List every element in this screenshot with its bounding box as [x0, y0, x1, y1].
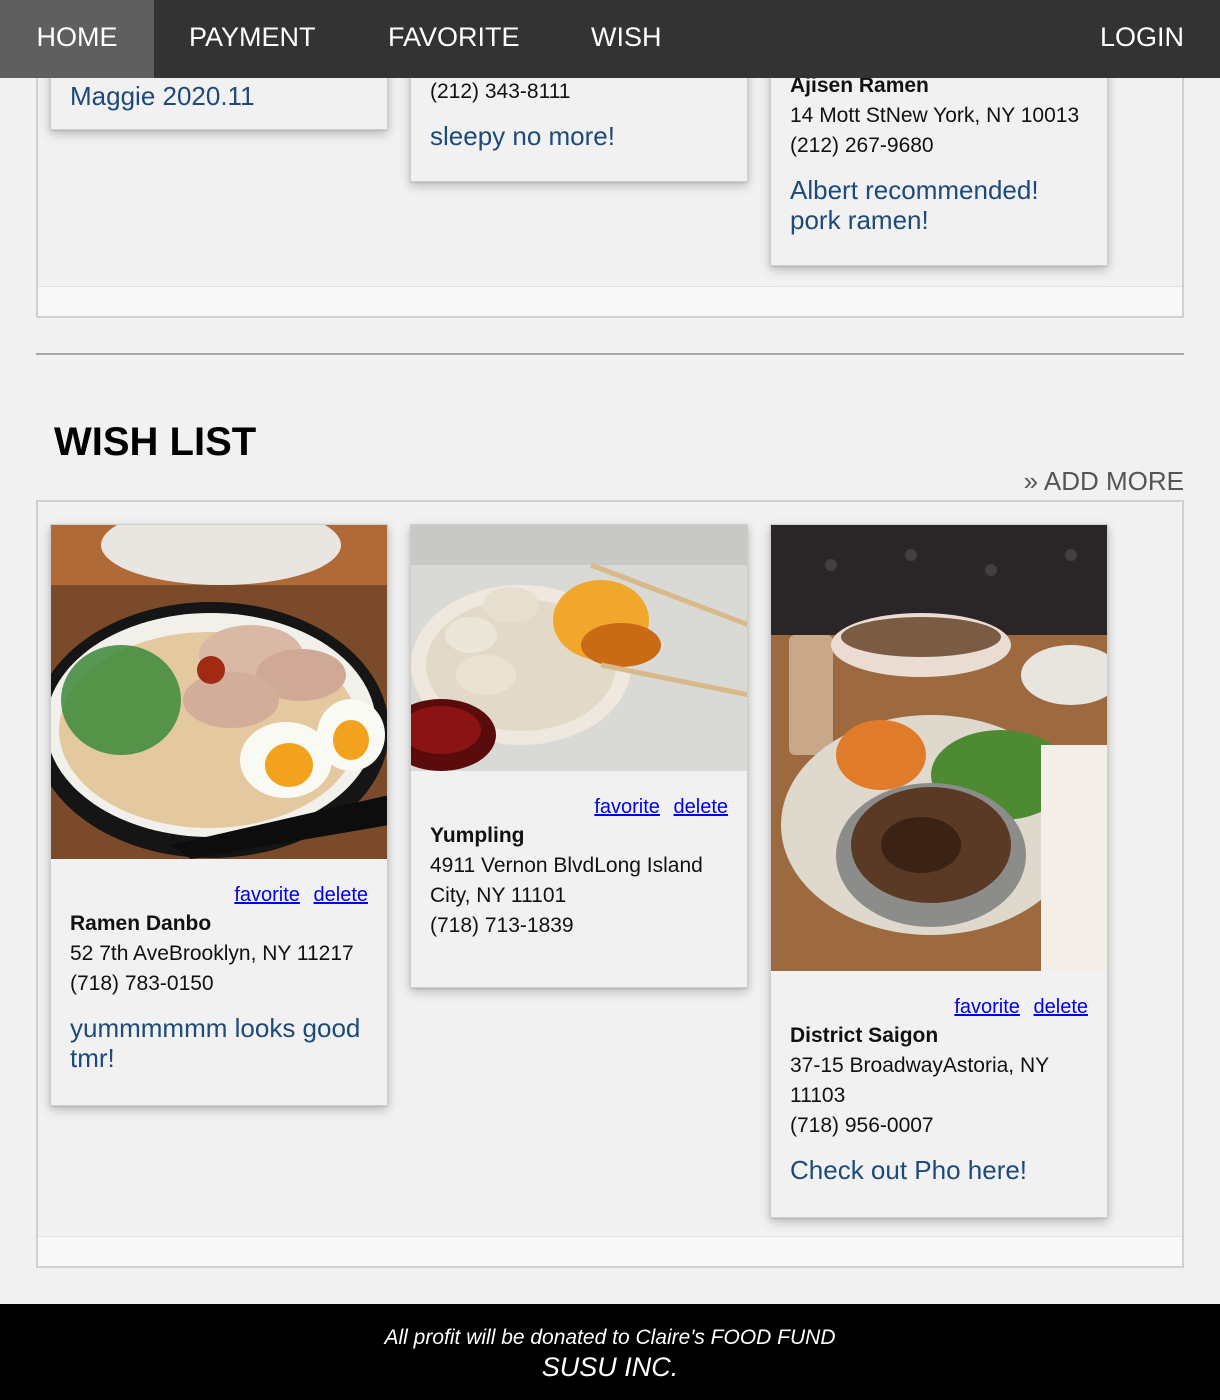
section-footer-strip [38, 1236, 1182, 1266]
wish-card: favorite delete Yumpling 4911 Vernon Blv… [410, 524, 748, 988]
card-note: Maggie 2020.11 [70, 81, 255, 111]
nav-login[interactable]: LOGIN [1100, 0, 1184, 78]
card-note: yummmmmm looks good tmr! [70, 1013, 361, 1073]
wish-list-title: WISH LIST [54, 420, 257, 464]
favorite-link[interactable]: favorite [954, 996, 1020, 1018]
nav-wish[interactable]: WISH [591, 0, 662, 78]
wish-list-section: favorite delete Ramen Danbo 52 7th AveBr… [36, 500, 1184, 1268]
dumplings-photo [411, 525, 747, 771]
delete-link[interactable]: delete [314, 884, 369, 906]
add-more-link[interactable]: » ADD MORE [1024, 466, 1184, 497]
delete-link[interactable]: delete [674, 796, 729, 818]
card-address: 52 7th AveBrooklyn, NY 11217 [70, 942, 354, 965]
card-phone: (718) 783-0150 [70, 972, 214, 995]
card-actions: favorite delete [70, 883, 368, 909]
nav-home[interactable]: HOME [0, 0, 154, 78]
favorite-link[interactable]: favorite [594, 796, 660, 818]
footer-donation-text: All profit will be donated to Claire's F… [384, 1326, 836, 1349]
card-restaurant-name: Yumpling [430, 824, 525, 847]
card-actions: favorite delete [430, 795, 728, 821]
favorites-section: Maggie 2020.11 (212) 343-8111 sleepy no … [36, 40, 1184, 318]
card-address: 37-15 BroadwayAstoria, NY 11103 [790, 1054, 1049, 1107]
card-note: Check out Pho here! [790, 1155, 1028, 1185]
card-phone: (718) 713-1839 [430, 914, 574, 937]
nav-favorite[interactable]: FAVORITE [388, 0, 520, 78]
card-address: 4911 Vernon BlvdLong Island City, NY 111… [430, 854, 703, 907]
delete-link[interactable]: delete [1034, 996, 1089, 1018]
card-address: 14 Mott StNew York, NY 10013 [790, 104, 1080, 127]
section-footer-strip [38, 286, 1182, 316]
vietnamese-dishes-photo [771, 525, 1107, 971]
card-phone: (212) 343-8111 [430, 80, 571, 103]
card-actions: favorite delete [790, 995, 1088, 1021]
wish-card: favorite delete District Saigon 37-15 Br… [770, 524, 1108, 1218]
card-note: sleepy no more! [430, 121, 615, 151]
card-phone: (718) 956-0007 [790, 1114, 934, 1137]
ramen-photo [51, 525, 387, 859]
card-phone: (212) 267-9680 [790, 134, 934, 157]
page-footer: All profit will be donated to Claire's F… [0, 1304, 1220, 1400]
footer-company-name: SUSU INC. [541, 1352, 679, 1382]
nav-payment[interactable]: PAYMENT [189, 0, 316, 78]
top-navbar: HOME PAYMENT FAVORITE WISH LOGIN [0, 0, 1220, 78]
favorite-link[interactable]: favorite [234, 884, 300, 906]
card-note: Albert recommended! pork ramen! [790, 175, 1039, 235]
section-divider [36, 353, 1184, 355]
wish-card: favorite delete Ramen Danbo 52 7th AveBr… [50, 524, 388, 1106]
card-restaurant-name: Ramen Danbo [70, 912, 212, 935]
card-restaurant-name: District Saigon [790, 1024, 939, 1047]
